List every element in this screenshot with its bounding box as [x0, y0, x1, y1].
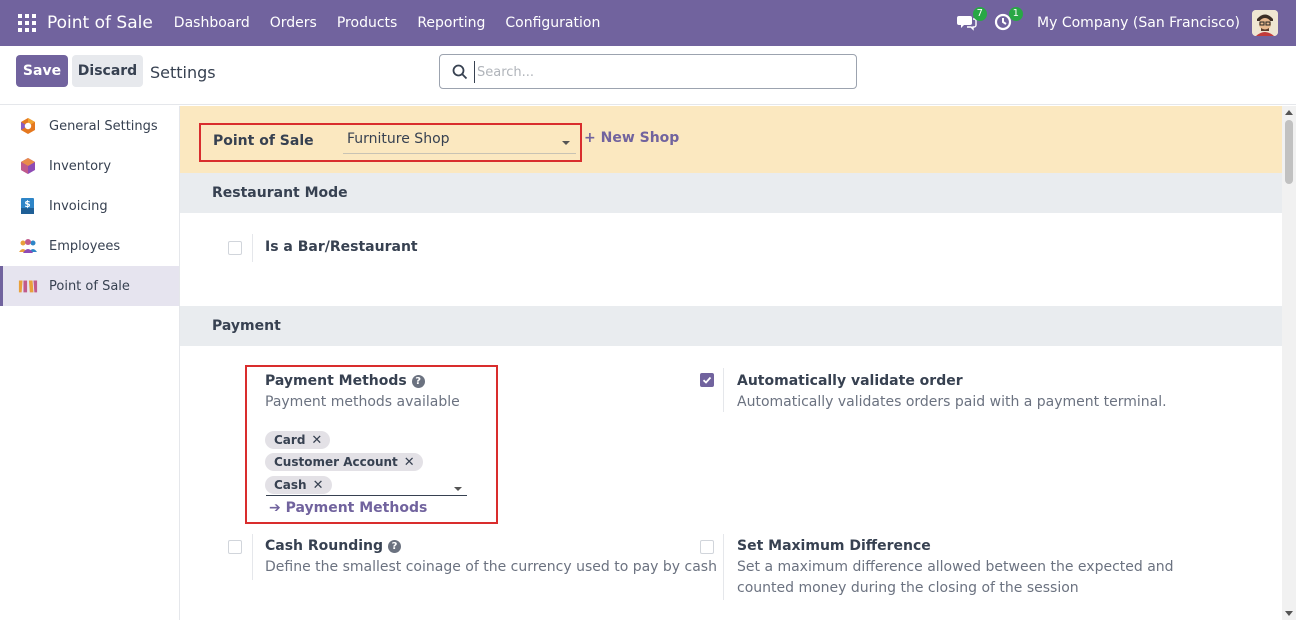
sidebar-item-point-of-sale[interactable]: Point of Sale — [0, 266, 179, 306]
cash-rounding-description: Define the smallest coinage of the curre… — [265, 559, 717, 575]
activities-count-badge: 1 — [1008, 7, 1024, 21]
auto-validate-checkbox[interactable] — [700, 373, 714, 387]
menu-configuration[interactable]: Configuration — [495, 15, 610, 31]
company-switcher[interactable]: My Company (San Francisco) — [1037, 15, 1240, 31]
menu-dashboard[interactable]: Dashboard — [164, 15, 260, 31]
max-difference-title: Set Maximum Difference — [737, 538, 931, 554]
payment-methods-highlight: Payment Methods? Payment methods availab… — [245, 365, 498, 524]
sidebar-item-label: Employees — [49, 238, 121, 254]
payment-methods-description: Payment methods available — [265, 394, 460, 410]
inventory-box-icon — [18, 156, 38, 176]
vertical-scrollbar[interactable] — [1282, 106, 1296, 620]
auto-validate-title: Automatically validate order — [737, 373, 963, 389]
page-title: Settings — [150, 63, 216, 82]
new-shop-button[interactable]: + New Shop — [584, 130, 679, 146]
pos-selector-banner: Point of Sale Furniture Shop + New Shop — [180, 106, 1282, 173]
odoo-logo-icon — [18, 116, 38, 136]
sidebar-item-label: General Settings — [49, 118, 158, 134]
apps-menu-icon[interactable] — [18, 14, 36, 32]
tag-label: Card — [274, 433, 306, 447]
payment-methods-input[interactable] — [266, 495, 467, 496]
menu-products[interactable]: Products — [327, 15, 407, 31]
max-difference-checkbox[interactable] — [700, 540, 714, 554]
payment-methods-title-text: Payment Methods — [265, 373, 407, 389]
payment-methods-link[interactable]: ➔ Payment Methods — [269, 500, 427, 516]
menu-orders[interactable]: Orders — [260, 15, 327, 31]
employees-icon — [18, 236, 38, 256]
section-header-payment: Payment — [180, 306, 1282, 346]
settings-sidebar: General Settings Inventory $ Invoicing E… — [0, 106, 180, 620]
sidebar-item-label: Invoicing — [49, 198, 108, 214]
activities-clock-icon[interactable]: 1 — [993, 7, 1024, 34]
cash-rounding-title-text: Cash Rounding — [265, 538, 384, 554]
app-brand[interactable]: Point of Sale — [47, 13, 153, 33]
sidebar-item-label: Inventory — [49, 158, 112, 174]
control-panel: Save Discard Settings — [0, 46, 1296, 105]
setting-divider — [723, 368, 724, 412]
help-question-icon[interactable]: ? — [388, 540, 402, 553]
setting-divider — [252, 534, 253, 580]
scrollbar-thumb[interactable] — [1285, 120, 1293, 184]
setting-divider — [723, 534, 724, 600]
shop-awning-icon — [18, 276, 38, 296]
discard-button[interactable]: Discard — [72, 55, 143, 87]
pos-shop-value: Furniture Shop — [347, 131, 450, 147]
pos-label: Point of Sale — [213, 133, 314, 149]
section-header-restaurant: Restaurant Mode — [180, 173, 1282, 213]
tag-remove-icon[interactable]: ✕ — [404, 455, 415, 470]
chevron-down-icon[interactable] — [454, 487, 462, 491]
sidebar-item-label: Point of Sale — [49, 278, 130, 294]
tag-label: Cash — [274, 478, 307, 492]
pos-shop-select[interactable]: Furniture Shop — [343, 131, 576, 154]
navbar-systray: 7 1 My Company (San Francisco) — [957, 0, 1296, 46]
sidebar-item-invoicing[interactable]: $ Invoicing — [0, 186, 179, 226]
payment-method-tag: Cash ✕ — [265, 476, 332, 494]
main-menu: Dashboard Orders Products Reporting Conf… — [164, 15, 611, 31]
arrow-right-icon: ➔ — [269, 500, 281, 516]
chevron-down-icon — [562, 141, 570, 145]
svg-text:$: $ — [24, 200, 30, 210]
scroll-up-arrow-icon[interactable] — [1285, 110, 1293, 115]
save-button[interactable]: Save — [16, 55, 68, 87]
cash-rounding-checkbox[interactable] — [228, 540, 242, 554]
max-difference-description-line1: Set a maximum difference allowed between… — [737, 559, 1174, 575]
help-question-icon[interactable]: ? — [411, 375, 425, 388]
is-bar-restaurant-checkbox[interactable] — [228, 241, 242, 255]
search-box[interactable] — [439, 54, 857, 89]
payment-methods-link-label: Payment Methods — [285, 500, 428, 516]
invoice-icon: $ — [18, 196, 38, 216]
auto-validate-description: Automatically validates orders paid with… — [737, 394, 1167, 410]
is-bar-restaurant-label: Is a Bar/Restaurant — [265, 239, 418, 255]
search-icon — [452, 64, 468, 84]
top-navbar: Point of Sale Dashboard Orders Products … — [0, 0, 1296, 46]
setting-divider — [252, 234, 253, 262]
messages-count-badge: 7 — [972, 7, 988, 21]
sidebar-item-inventory[interactable]: Inventory — [0, 146, 179, 186]
payment-method-tag: Card ✕ — [265, 431, 331, 449]
settings-content: Point of Sale Furniture Shop + New Shop … — [180, 106, 1282, 620]
messages-icon[interactable]: 7 — [957, 7, 988, 34]
sidebar-item-general-settings[interactable]: General Settings — [0, 106, 179, 146]
menu-reporting[interactable]: Reporting — [407, 15, 495, 31]
search-input[interactable] — [474, 61, 844, 83]
pos-selector-highlight: Point of Sale Furniture Shop — [199, 123, 582, 162]
payment-methods-title: Payment Methods? — [265, 373, 425, 389]
sidebar-item-employees[interactable]: Employees — [0, 226, 179, 266]
cash-rounding-title: Cash Rounding? — [265, 538, 402, 554]
tag-remove-icon[interactable]: ✕ — [313, 478, 324, 493]
checkmark-icon — [702, 376, 712, 384]
section-title: Restaurant Mode — [212, 185, 348, 201]
section-title: Payment — [212, 318, 281, 334]
payment-method-tag: Customer Account ✕ — [265, 453, 423, 471]
tag-remove-icon[interactable]: ✕ — [311, 433, 322, 448]
max-difference-description-line2: counted money during the closing of the … — [737, 580, 1079, 596]
user-avatar[interactable] — [1252, 10, 1278, 36]
scroll-down-arrow-icon[interactable] — [1285, 611, 1293, 616]
tag-label: Customer Account — [274, 455, 398, 469]
